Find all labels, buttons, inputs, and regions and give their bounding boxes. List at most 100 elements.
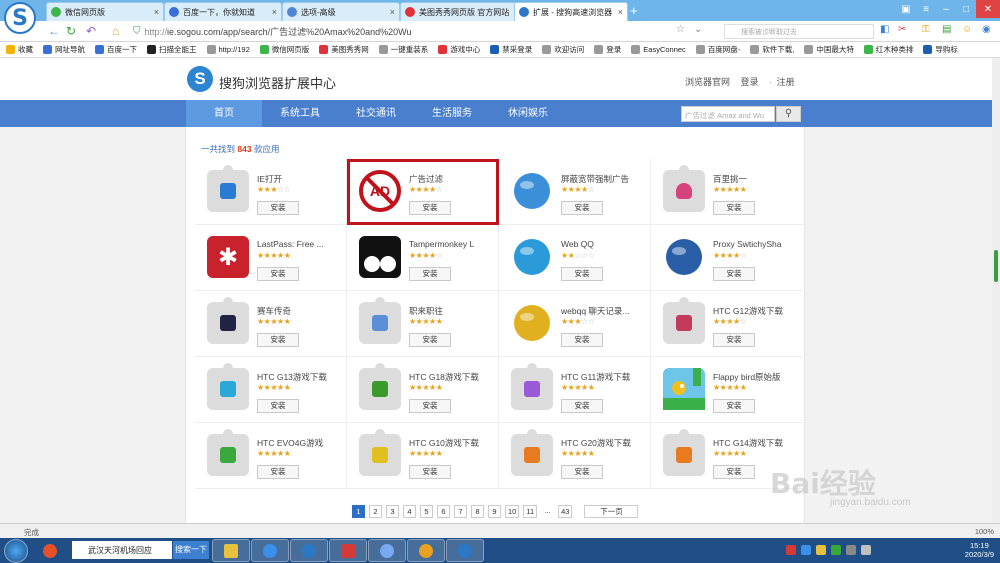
- close-icon[interactable]: ×: [150, 7, 159, 17]
- app-card[interactable]: 职来职往 ★★★★★ 安装: [347, 291, 499, 357]
- app-card[interactable]: HTC G18游戏下载 ★★★★★ 安装: [347, 357, 499, 423]
- bookmark-item[interactable]: 禁采登录: [490, 44, 532, 55]
- app-card[interactable]: Web QQ ★★☆☆☆ 安装: [499, 225, 651, 291]
- tab-extensions[interactable]: 扩展 - 搜狗高速浏览器 ×: [514, 2, 628, 21]
- install-button[interactable]: 安装: [409, 267, 451, 281]
- nav-home[interactable]: 首页: [186, 100, 262, 127]
- install-button[interactable]: 安装: [257, 201, 299, 215]
- smiley-icon[interactable]: ☺: [962, 24, 972, 35]
- user-icon[interactable]: ◉: [982, 24, 991, 35]
- page-link[interactable]: 6: [437, 505, 450, 518]
- page-link[interactable]: 7: [454, 505, 467, 518]
- install-button[interactable]: 安装: [257, 465, 299, 479]
- explorer-icon[interactable]: [212, 539, 250, 562]
- bookmark-item[interactable]: 一键重装系: [378, 44, 428, 55]
- close-icon[interactable]: ×: [386, 7, 395, 17]
- install-button[interactable]: 安装: [713, 201, 755, 215]
- bookmark-item[interactable]: 登录: [594, 44, 621, 55]
- site-search-input[interactable]: 广告过滤 Amax and Wu: [681, 106, 775, 122]
- search-icon[interactable]: ⚲: [776, 106, 801, 122]
- translate-icon[interactable]: ▤: [942, 24, 951, 35]
- install-button[interactable]: 安装: [409, 399, 451, 413]
- sogou-browser-logo-icon[interactable]: S: [4, 2, 36, 34]
- chrome-icon[interactable]: [407, 539, 445, 562]
- app-card[interactable]: 赛车传奇 ★★★★★ 安装: [195, 291, 347, 357]
- page-link[interactable]: 1: [352, 505, 365, 518]
- taskbar-search-button[interactable]: 搜索一下: [173, 541, 209, 559]
- new-tab-icon[interactable]: +: [630, 3, 638, 18]
- bookmark-item[interactable]: 红木种类排: [863, 44, 913, 55]
- baidu-app-icon[interactable]: [34, 539, 66, 562]
- maximize-icon[interactable]: □: [956, 0, 976, 18]
- app-card[interactable]: AD 广告过滤★★★★☆ 安装: [347, 159, 499, 225]
- app-card[interactable]: webqq 聊天记录... ★★★☆☆ 安装: [499, 291, 651, 357]
- tray-icon[interactable]: [801, 545, 811, 555]
- app-card[interactable]: ✱ LastPass: Free ... ★★★★★ 安装: [195, 225, 347, 291]
- install-button[interactable]: 安装: [257, 399, 299, 413]
- page-link[interactable]: 3: [386, 505, 399, 518]
- page-link[interactable]: 10: [505, 505, 520, 518]
- chevron-down-icon[interactable]: ⌄: [694, 24, 702, 35]
- app-name[interactable]: LastPass: Free ...: [257, 239, 345, 249]
- install-button[interactable]: 安装: [713, 267, 755, 281]
- register-link[interactable]: 注册: [777, 77, 795, 87]
- sogou-logo-icon[interactable]: S: [187, 66, 213, 92]
- app-card[interactable]: 屏蔽宽带强制广告 ★★★★☆ 安装: [499, 159, 651, 225]
- tab-wechat[interactable]: 微信网页版 ×: [46, 2, 164, 21]
- app-name[interactable]: webqq 聊天记录...: [561, 305, 649, 317]
- app-name[interactable]: HTC G20游戏下载: [561, 437, 649, 449]
- window-close-icon[interactable]: ✕: [976, 0, 1000, 18]
- app-name[interactable]: Proxy SwtichySha: [713, 239, 801, 249]
- bookmark-item[interactable]: 微信网页版: [259, 44, 309, 55]
- url-bar[interactable]: ⛉ http:// ie.sogou.com/app/search/广告过滤%2…: [133, 23, 663, 40]
- extension-icon[interactable]: ◧: [880, 24, 889, 35]
- scissors-icon[interactable]: ✂: [898, 24, 906, 35]
- page-link[interactable]: 11: [523, 505, 538, 518]
- app-name[interactable]: 百里挑一: [713, 173, 801, 185]
- app-card[interactable]: HTC G12游戏下载 ★★★★☆ 安装: [651, 291, 803, 357]
- minimize-icon[interactable]: –: [936, 0, 956, 18]
- app-name[interactable]: HTC G18游戏下载: [409, 371, 497, 383]
- scrollbar[interactable]: [992, 58, 1000, 523]
- app-card[interactable]: HTC G11游戏下载 ★★★★★ 安装: [499, 357, 651, 423]
- app-name[interactable]: IE打开: [257, 173, 345, 185]
- close-icon[interactable]: ×: [268, 7, 277, 17]
- star-icon[interactable]: ☆: [676, 24, 685, 35]
- app-name[interactable]: 广告过滤: [409, 173, 497, 185]
- app-name[interactable]: Tampermonkey L: [409, 239, 497, 249]
- wps-icon[interactable]: [329, 539, 367, 562]
- app-card[interactable]: HTC G13游戏下载 ★★★★★ 安装: [195, 357, 347, 423]
- scrollbar-thumb[interactable]: [994, 250, 998, 282]
- bookmark-item[interactable]: 美图秀秀网: [319, 44, 369, 55]
- skin-icon[interactable]: ▣: [896, 0, 916, 18]
- app-card[interactable]: 百里挑一 ★★★★★ 安装: [651, 159, 803, 225]
- install-button[interactable]: 安装: [257, 267, 299, 281]
- nav-life-services[interactable]: 生活服务: [416, 100, 488, 127]
- page-link[interactable]: 43: [558, 505, 573, 518]
- app-name[interactable]: HTC G11游戏下载: [561, 371, 649, 383]
- app-name[interactable]: HTC EVO4G游戏: [257, 437, 345, 449]
- app-card[interactable]: HTC G20游戏下载 ★★★★★ 安装: [499, 423, 651, 489]
- browser-site-link[interactable]: 浏览器官网: [685, 77, 730, 87]
- app-name[interactable]: HTC G12游戏下载: [713, 305, 801, 317]
- start-button-icon[interactable]: [4, 539, 28, 563]
- tray-icon[interactable]: [816, 545, 826, 555]
- volume-icon[interactable]: [861, 545, 871, 555]
- tray-icon[interactable]: [831, 545, 841, 555]
- app-name[interactable]: HTC G14游戏下载: [713, 437, 801, 449]
- bookmark-item[interactable]: 欢迎访问: [542, 44, 584, 55]
- app-card[interactable]: HTC EVO4G游戏 ★★★★★ 安装: [195, 423, 347, 489]
- bookmark-item[interactable]: 网址导航: [43, 44, 85, 55]
- install-button[interactable]: 安装: [561, 267, 603, 281]
- taskbar-search-input[interactable]: 武汉天河机场回应: [72, 541, 172, 559]
- install-button[interactable]: 安装: [409, 465, 451, 479]
- app-name[interactable]: Web QQ: [561, 239, 649, 249]
- network-icon[interactable]: [846, 545, 856, 555]
- app-card[interactable]: IE打开 ★★★☆☆ 安装: [195, 159, 347, 225]
- install-button[interactable]: 安装: [561, 399, 603, 413]
- app-card[interactable]: Proxy SwtichySha ★★★★☆ 安装: [651, 225, 803, 291]
- bookmark-item[interactable]: 软件下载,: [750, 44, 794, 55]
- nav-leisure[interactable]: 休闲娱乐: [492, 100, 564, 127]
- page-link[interactable]: 4: [403, 505, 416, 518]
- install-button[interactable]: 安装: [713, 399, 755, 413]
